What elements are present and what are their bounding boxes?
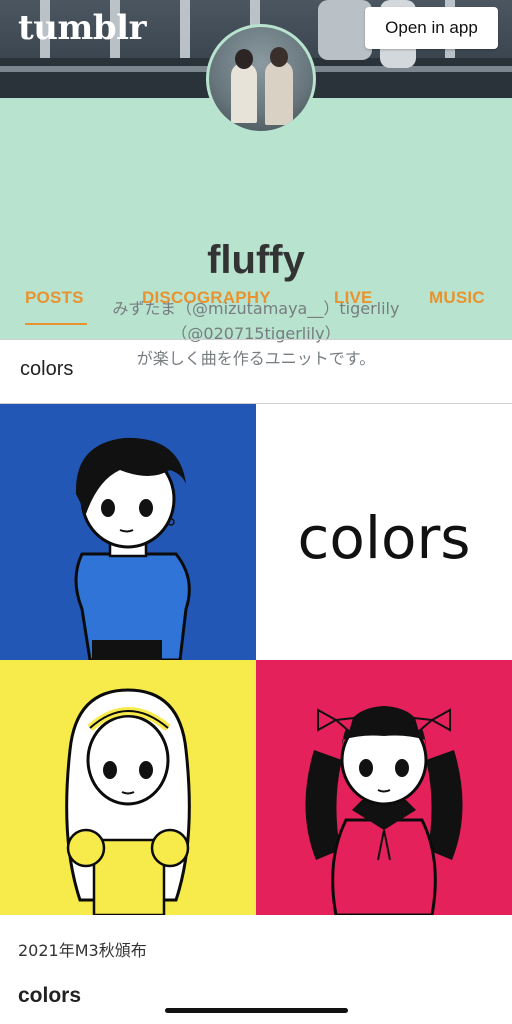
tab-posts[interactable]: POSTS xyxy=(25,288,84,308)
bio-line: が楽しく曲を作るユニットです。 xyxy=(136,349,376,368)
avatar-figure xyxy=(265,61,293,125)
divider xyxy=(0,339,512,340)
post-caption: 2021年M3秋頒布 xyxy=(18,941,147,960)
blog-nav-tabs: POSTS DISCOGRAPHY LIVE MUSIC xyxy=(0,288,512,328)
tumblr-logo[interactable]: tumblr xyxy=(18,8,147,48)
character-illustration-girl-twintails xyxy=(305,706,463,915)
artwork-title-text: colors xyxy=(297,504,471,572)
background-stripe xyxy=(180,0,190,58)
post-title[interactable]: colors xyxy=(20,358,73,381)
tab-discography[interactable]: DISCOGRAPHY xyxy=(142,288,271,308)
post-image[interactable]: colors xyxy=(0,404,512,915)
artwork-panel-blue xyxy=(0,404,256,660)
blog-name: fluffy xyxy=(207,238,305,282)
avatar-figure-head xyxy=(270,47,288,67)
artwork-panel-white: colors xyxy=(256,404,512,660)
open-in-app-button[interactable]: Open in app xyxy=(365,7,498,49)
tab-music[interactable]: MUSIC xyxy=(429,288,485,308)
character-illustration-boy xyxy=(74,437,191,660)
avatar-figure-head xyxy=(235,49,253,69)
character-illustration-girl-blonde xyxy=(65,688,191,915)
post-subtitle: colors xyxy=(18,984,82,1007)
artwork-panel-red xyxy=(256,660,512,915)
tab-live[interactable]: LIVE xyxy=(334,288,373,308)
background-person xyxy=(318,0,372,60)
home-indicator[interactable] xyxy=(165,1008,348,1013)
avatar-figure xyxy=(231,63,257,123)
avatar[interactable] xyxy=(206,24,316,134)
artwork-panel-yellow xyxy=(0,660,256,915)
active-tab-indicator xyxy=(25,323,87,325)
